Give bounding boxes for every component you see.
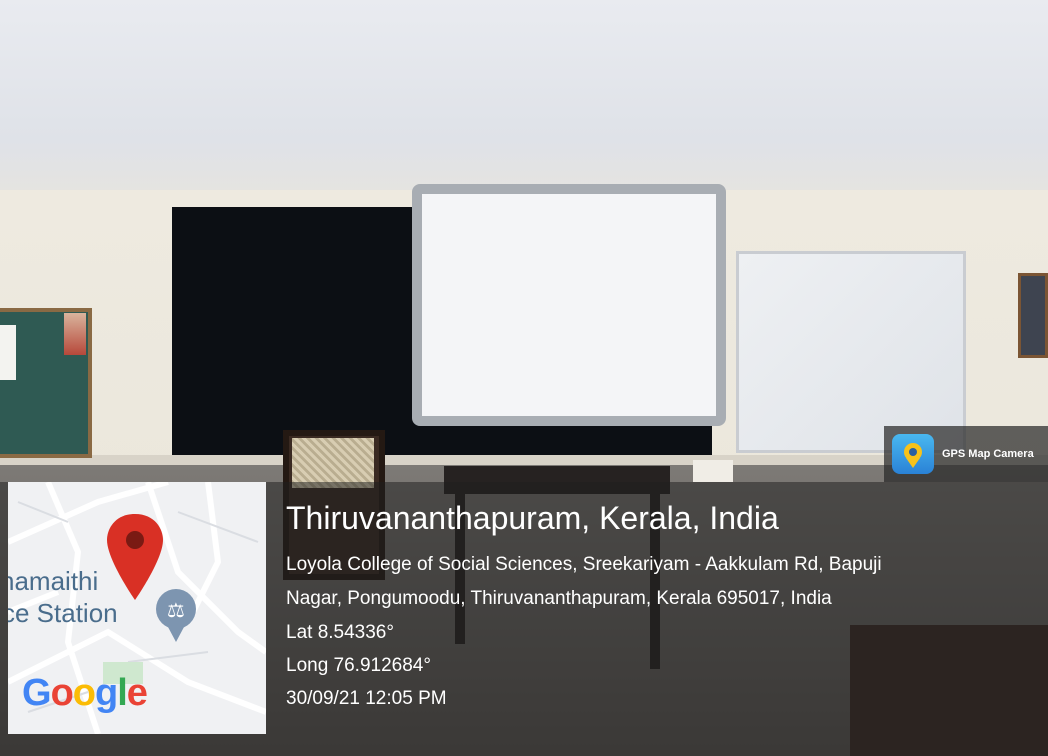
address-line: Loyola College of Social Sciences, Sreek… — [286, 554, 882, 575]
switch-board — [693, 460, 733, 482]
chair-cane-back — [292, 438, 374, 488]
map-label: ce Station — [8, 598, 118, 628]
wall-upper — [0, 0, 1048, 200]
smart-board — [412, 184, 726, 426]
notice-paper — [0, 325, 16, 380]
map-label: namaithi — [8, 566, 99, 596]
svg-text:⚖: ⚖ — [167, 598, 185, 622]
gps-map-camera-icon — [892, 434, 934, 474]
whiteboard — [736, 251, 966, 453]
google-logo: Google — [22, 672, 148, 714]
longitude-text: Long 76.912684° — [286, 655, 431, 676]
notice-poster — [64, 313, 86, 355]
wall-picture — [1018, 273, 1048, 358]
photo-scene: GPS Map Camera ⚖ namaithi ce Station Goo… — [0, 0, 1048, 756]
place-title: Thiruvananthapuram, Kerala, India — [286, 500, 779, 536]
app-name: GPS Map Camera — [942, 448, 1034, 460]
latitude-text: Lat 8.54336° — [286, 622, 394, 643]
map-thumbnail: ⚖ namaithi ce Station Google — [8, 482, 266, 734]
address-line: Nagar, Pongumoodu, Thiruvananthapuram, K… — [286, 588, 832, 609]
datetime-text: 30/09/21 12:05 PM — [286, 688, 447, 709]
